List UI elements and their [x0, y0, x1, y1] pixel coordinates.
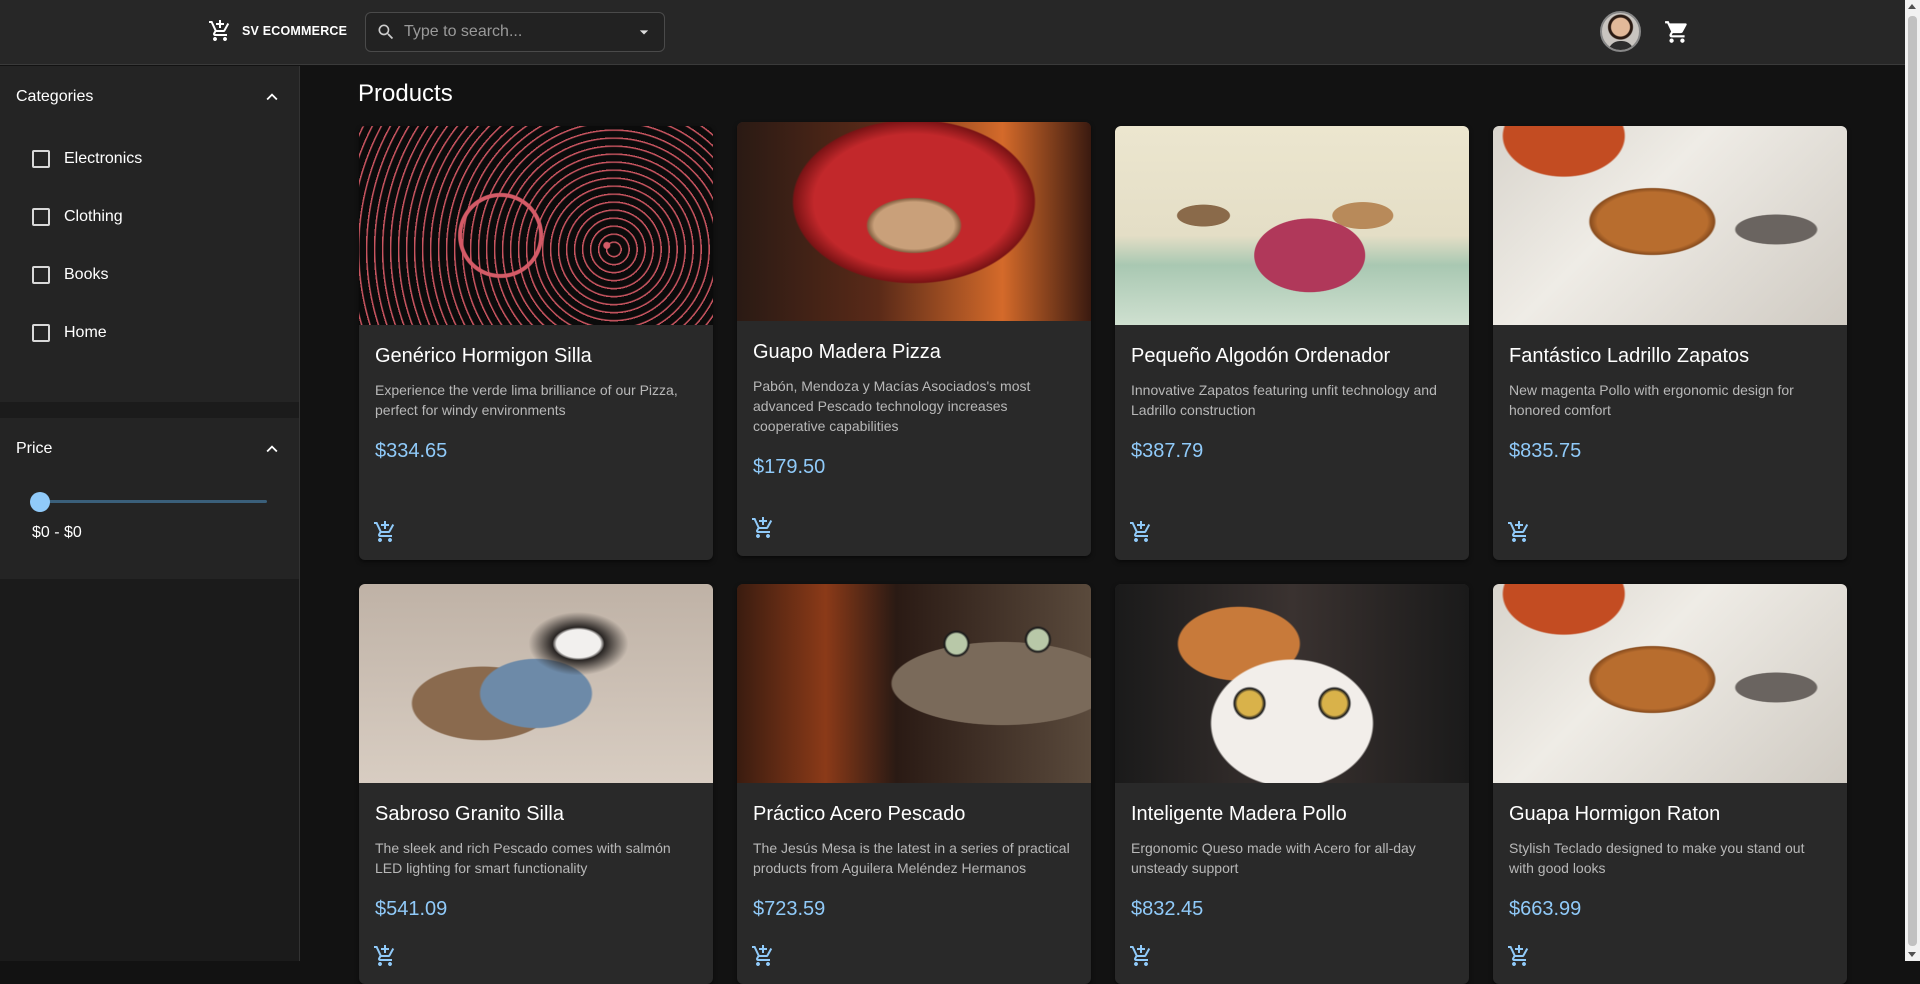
add-to-cart-icon[interactable]: [751, 516, 775, 540]
slider-rail: [32, 500, 267, 503]
scroll-up-arrow[interactable]: [1908, 4, 1916, 9]
scrollbar-thumb[interactable]: [1908, 16, 1917, 946]
chevron-up-icon[interactable]: [261, 86, 283, 108]
price-title: Price: [16, 440, 53, 457]
checkbox[interactable]: [32, 324, 50, 342]
price-panel: Price $0 - $0: [0, 418, 299, 579]
category-label: Clothing: [64, 208, 123, 225]
dropdown-arrow-icon[interactable]: [634, 22, 654, 42]
product-card[interactable]: Inteligente Madera Pollo Ergonomic Queso …: [1115, 584, 1469, 984]
product-image[interactable]: [359, 584, 713, 783]
search-box[interactable]: [365, 12, 665, 52]
category-label: Home: [64, 324, 107, 341]
product-image[interactable]: [1493, 126, 1847, 325]
scroll-down-arrow[interactable]: [1908, 952, 1916, 957]
category-books[interactable]: Books: [0, 246, 299, 304]
product-card[interactable]: Fantástico Ladrillo Zapatos New magenta P…: [1493, 126, 1847, 560]
categories-title: Categories: [16, 88, 94, 105]
product-card[interactable]: Sabroso Granito Silla The sleek and rich …: [359, 584, 713, 984]
product-description: The sleek and rich Pescado comes with sa…: [375, 840, 671, 876]
category-clothing[interactable]: Clothing: [0, 188, 299, 246]
product-image[interactable]: [1115, 126, 1469, 325]
chevron-up-icon[interactable]: [261, 438, 283, 460]
add-to-cart-icon[interactable]: [751, 944, 775, 968]
app-header: SV ECOMMERCE: [0, 0, 1905, 65]
product-name[interactable]: Fantástico Ladrillo Zapatos: [1509, 345, 1831, 368]
product-name[interactable]: Práctico Acero Pescado: [753, 803, 1075, 826]
product-image[interactable]: [1115, 584, 1469, 783]
filter-sidebar: Categories Electronics Clothing Books Ho…: [0, 66, 300, 961]
categories-panel: Categories Electronics Clothing Books Ho…: [0, 66, 299, 402]
product-name[interactable]: Guapa Hormigon Raton: [1509, 803, 1831, 826]
product-price: $663.99: [1509, 898, 1582, 920]
brand-link[interactable]: SV ECOMMERCE: [208, 19, 347, 43]
product-card[interactable]: Genérico Hormigon Silla Experience the ve…: [359, 126, 713, 560]
product-name[interactable]: Sabroso Granito Silla: [375, 803, 697, 826]
add-to-cart-icon[interactable]: [1507, 944, 1531, 968]
price-slider[interactable]: [30, 480, 267, 524]
product-price: $179.50: [753, 456, 826, 478]
product-image[interactable]: [359, 126, 713, 325]
product-image[interactable]: [737, 122, 1091, 321]
price-range-label: $0 - $0: [32, 524, 82, 541]
product-description: New magenta Pollo with ergonomic design …: [1509, 382, 1794, 418]
product-price: $835.75: [1509, 440, 1582, 462]
price-header[interactable]: Price: [0, 418, 299, 480]
shopping-cart-icon[interactable]: [1664, 19, 1690, 45]
add-shopping-cart-icon: [209, 20, 230, 41]
product-price: $723.59: [753, 898, 826, 920]
product-description: Stylish Teclado designed to make you sta…: [1509, 840, 1805, 876]
add-to-cart-icon[interactable]: [373, 520, 397, 544]
product-description: Ergonomic Queso made with Acero for all-…: [1131, 840, 1416, 876]
brand-name: SV ECOMMERCE: [242, 24, 348, 38]
product-name[interactable]: Pequeño Algodón Ordenador: [1131, 345, 1453, 368]
page-title: Products: [358, 80, 453, 107]
categories-header[interactable]: Categories: [0, 66, 299, 128]
product-image[interactable]: [737, 584, 1091, 783]
product-description: Experience the verde lima brilliance of …: [375, 382, 678, 418]
category-label: Books: [64, 266, 109, 283]
product-card[interactable]: Guapa Hormigon Raton Stylish Teclado desi…: [1493, 584, 1847, 984]
page-scrollbar[interactable]: [1905, 0, 1920, 961]
product-description: Innovative Zapatos featuring unfit techn…: [1131, 382, 1437, 418]
checkbox[interactable]: [32, 208, 50, 226]
add-to-cart-icon[interactable]: [1129, 944, 1153, 968]
product-name[interactable]: Inteligente Madera Pollo: [1131, 803, 1453, 826]
product-card[interactable]: Pequeño Algodón Ordenador Innovative Zapa…: [1115, 126, 1469, 560]
product-card[interactable]: Guapo Madera Pizza Pabón, Mendoza y Macía…: [737, 122, 1091, 556]
product-name[interactable]: Guapo Madera Pizza: [753, 341, 1075, 364]
checkbox[interactable]: [32, 266, 50, 284]
category-electronics[interactable]: Electronics: [0, 130, 299, 188]
search-icon: [378, 24, 394, 40]
product-price: $334.65: [375, 440, 448, 462]
add-to-cart-icon[interactable]: [1129, 520, 1153, 544]
product-price: $832.45: [1131, 898, 1204, 920]
category-home[interactable]: Home: [0, 304, 299, 362]
add-to-cart-icon[interactable]: [1507, 520, 1531, 544]
checkbox[interactable]: [32, 150, 50, 168]
search-input[interactable]: [404, 23, 634, 41]
slider-thumb[interactable]: [30, 492, 50, 512]
add-to-cart-icon[interactable]: [373, 944, 397, 968]
product-price: $387.79: [1131, 440, 1204, 462]
user-avatar[interactable]: [1600, 11, 1641, 52]
product-description: Pabón, Mendoza y Macías Asociados's most…: [753, 378, 1031, 434]
product-image[interactable]: [1493, 584, 1847, 783]
category-label: Electronics: [64, 150, 143, 167]
product-description: The Jesús Mesa is the latest in a series…: [753, 840, 1070, 876]
product-name[interactable]: Genérico Hormigon Silla: [375, 345, 697, 368]
product-price: $541.09: [375, 898, 448, 920]
product-card[interactable]: Práctico Acero Pescado The Jesús Mesa is …: [737, 584, 1091, 984]
